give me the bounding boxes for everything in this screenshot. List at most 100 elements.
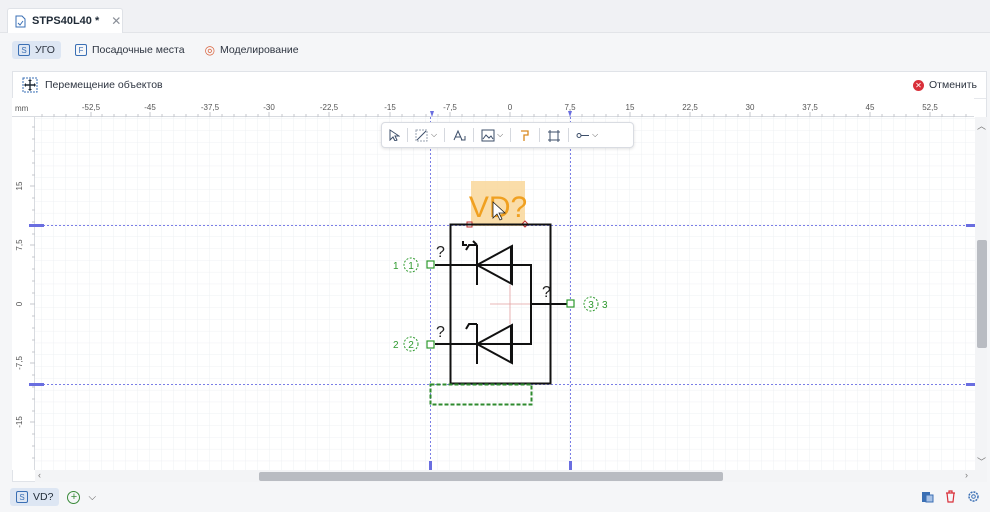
vertical-scroll-thumb[interactable] xyxy=(977,240,987,348)
x-tick: 22,5 xyxy=(682,103,698,112)
guide-handle[interactable] xyxy=(35,224,44,227)
scroll-down-icon[interactable]: ﹀ xyxy=(977,455,986,468)
pin-tool[interactable] xyxy=(518,129,532,142)
image-icon xyxy=(481,129,495,141)
cancel-icon: ✕ xyxy=(913,79,925,91)
toolbar-separator xyxy=(407,128,408,142)
canvas-svg[interactable]: VD? 1 1 2 2 3 3 ? xyxy=(35,117,975,470)
footprint-icon: F xyxy=(74,44,87,56)
vertical-scrollbar[interactable]: ︿ ﹀ xyxy=(975,117,987,470)
x-tick: 7,5 xyxy=(564,103,576,112)
horizontal-ruler-svg: mm -52,5 -45 -37,5 -30 -22,5 -15 -7,5 0 … xyxy=(15,103,967,117)
y-tick: 7,5 xyxy=(15,239,24,251)
image-tool[interactable]: ⌵ xyxy=(481,129,503,142)
horizontal-scrollbar[interactable]: ‹ › xyxy=(35,470,987,482)
horizontal-ruler: mm -52,5 -45 -37,5 -30 -22,5 -15 -7,5 0 … xyxy=(12,98,974,117)
pin-2-circle-label: 2 xyxy=(408,340,414,351)
x-tick: -30 xyxy=(263,103,275,112)
pointer-icon xyxy=(389,129,400,141)
select-tool[interactable] xyxy=(388,129,400,141)
mode-footprints-label: Посадочные места xyxy=(91,44,185,56)
component-bar: S VD? + ⌵ xyxy=(0,482,990,512)
mode-modeling-label: Моделирование xyxy=(220,44,299,56)
guide-handle[interactable] xyxy=(35,383,44,386)
paste-icon[interactable] xyxy=(921,490,934,503)
tab-strip: STPS40L40 * ✕ xyxy=(0,0,990,33)
cancel-button[interactable]: ✕ Отменить xyxy=(913,79,977,91)
connector-icon xyxy=(576,132,590,138)
cancel-label: Отменить xyxy=(929,79,977,91)
pin-icon xyxy=(521,129,529,141)
schematic-icon: S xyxy=(16,491,28,503)
x-tick: -15 xyxy=(384,103,396,112)
connector-tool[interactable]: ⌵ xyxy=(576,129,598,142)
toolbar-separator xyxy=(568,128,570,142)
grid xyxy=(35,117,975,470)
chevron-down-icon: ⌵ xyxy=(431,130,438,139)
text-icon xyxy=(453,129,466,140)
vertical-ruler: 15 7,5 0 -7,5 -15 xyxy=(12,117,35,470)
mode-bar: S УГО F Посадочные места ◎ Моделирование xyxy=(0,33,990,67)
text-tool[interactable] xyxy=(452,129,466,142)
chevron-down-icon: ⌵ xyxy=(592,130,599,139)
scroll-left-icon[interactable]: ‹ xyxy=(38,470,41,480)
guide-handle[interactable] xyxy=(569,461,572,470)
x-tick: 37,5 xyxy=(802,103,818,112)
x-tick: 30 xyxy=(746,103,755,112)
pin-2-number: 2 xyxy=(393,340,399,351)
pin-1-name: ? xyxy=(436,244,445,261)
mode-ugo-label: УГО xyxy=(35,44,55,56)
component-chip-label: VD? xyxy=(33,491,54,503)
component-chip[interactable]: S VD? xyxy=(10,488,60,506)
y-tick: 0 xyxy=(15,301,24,306)
chevron-down-icon: ⌵ xyxy=(497,130,504,139)
pin-3-name: ? xyxy=(542,284,551,301)
panel-header: Перемещение объектов ✕ Отменить xyxy=(13,72,986,99)
toolbar-separator xyxy=(444,128,446,142)
floating-toolbar: ⌵ ⌵ ⌵ xyxy=(381,122,634,148)
y-tick: 15 xyxy=(15,181,24,190)
mode-modeling[interactable]: ◎ Моделирование xyxy=(199,40,305,60)
move-objects-icon xyxy=(22,77,38,93)
x-tick: -37,5 xyxy=(201,103,220,112)
modeling-icon: ◎ xyxy=(204,43,216,57)
pin-3-pad[interactable] xyxy=(566,299,575,308)
x-tick: 52,5 xyxy=(922,103,938,112)
scroll-right-icon[interactable]: › xyxy=(965,470,968,480)
document-tab-title: STPS40L40 * xyxy=(32,15,100,27)
bottom-right-tools xyxy=(921,490,980,503)
guide-handle[interactable] xyxy=(429,461,432,470)
mode-footprints[interactable]: F Посадочные места xyxy=(69,41,191,59)
toolbar-separator xyxy=(539,128,541,142)
x-tick: 0 xyxy=(508,103,513,112)
guide-handle[interactable] xyxy=(966,383,975,386)
y-tick: -15 xyxy=(15,416,24,428)
pin-1-pad[interactable] xyxy=(426,260,435,269)
frame-icon xyxy=(548,129,561,142)
close-tab-icon[interactable]: ✕ xyxy=(111,14,121,28)
y-tick: -7,5 xyxy=(15,356,24,370)
ruler-unit: mm xyxy=(15,104,29,113)
add-icon[interactable]: + xyxy=(67,490,81,504)
guide-handle[interactable] xyxy=(966,224,975,227)
line-style-icon xyxy=(415,129,428,141)
x-tick: -45 xyxy=(144,103,156,112)
pin-2-pad[interactable] xyxy=(426,340,435,349)
line-style-tool[interactable]: ⌵ xyxy=(415,129,437,142)
schematic-canvas[interactable]: VD? 1 1 2 2 3 3 ? xyxy=(35,117,975,470)
settings-icon[interactable] xyxy=(967,490,980,503)
vertical-ruler-svg: 15 7,5 0 -7,5 -15 xyxy=(15,126,35,459)
delete-icon[interactable] xyxy=(944,490,957,503)
chevron-down-icon[interactable]: ⌵ xyxy=(88,492,96,503)
mode-ugo[interactable]: S УГО xyxy=(12,41,61,59)
pin-3-circle-label: 3 xyxy=(588,300,594,311)
frame-tool[interactable] xyxy=(547,129,561,142)
pin-1-number: 1 xyxy=(393,261,399,272)
document-tab[interactable]: STPS40L40 * ✕ xyxy=(7,8,123,33)
panel-title: Перемещение объектов xyxy=(45,79,163,91)
x-tick: 15 xyxy=(626,103,635,112)
x-tick: -22,5 xyxy=(320,103,339,112)
scroll-up-icon[interactable]: ︿ xyxy=(977,119,986,132)
horizontal-scroll-thumb[interactable] xyxy=(259,472,723,481)
pin-1-circle-label: 1 xyxy=(408,261,414,272)
